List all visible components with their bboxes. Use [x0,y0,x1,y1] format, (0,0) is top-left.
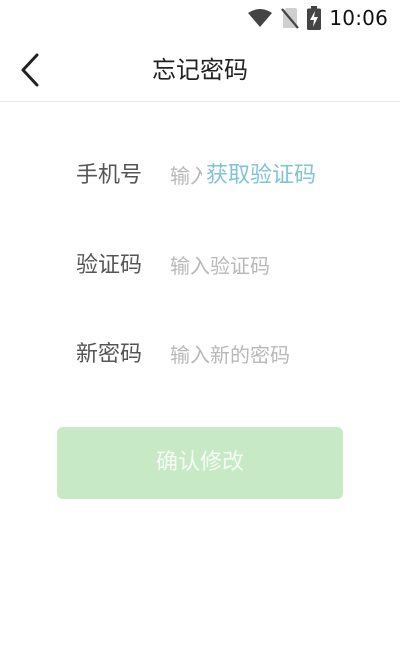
no-sim-icon [281,7,300,29]
code-label: 验证码 [76,253,143,278]
phone-row: 手机号 获取验证码 [0,154,400,198]
battery-charging-icon [307,6,322,30]
forgot-password-screen: 10:06 忘记密码 手机号 获取验证码 验证码 新密码 确认修改 [0,0,400,650]
code-input[interactable] [170,250,350,282]
status-time: 10:06 [329,6,388,30]
status-bar: 10:06 [0,0,400,36]
phone-input[interactable] [170,160,202,192]
status-icons: 10:06 [247,4,388,32]
new-password-input[interactable] [170,339,350,371]
app-bar: 忘记密码 [0,36,400,102]
page-title: 忘记密码 [152,56,248,84]
get-code-button[interactable]: 获取验证码 [206,162,316,190]
wifi-icon [247,8,273,28]
new-password-row: 新密码 [0,333,400,377]
phone-label: 手机号 [76,163,143,188]
confirm-button[interactable]: 确认修改 [57,427,343,499]
new-password-label: 新密码 [76,342,143,367]
code-row: 验证码 [0,244,400,288]
